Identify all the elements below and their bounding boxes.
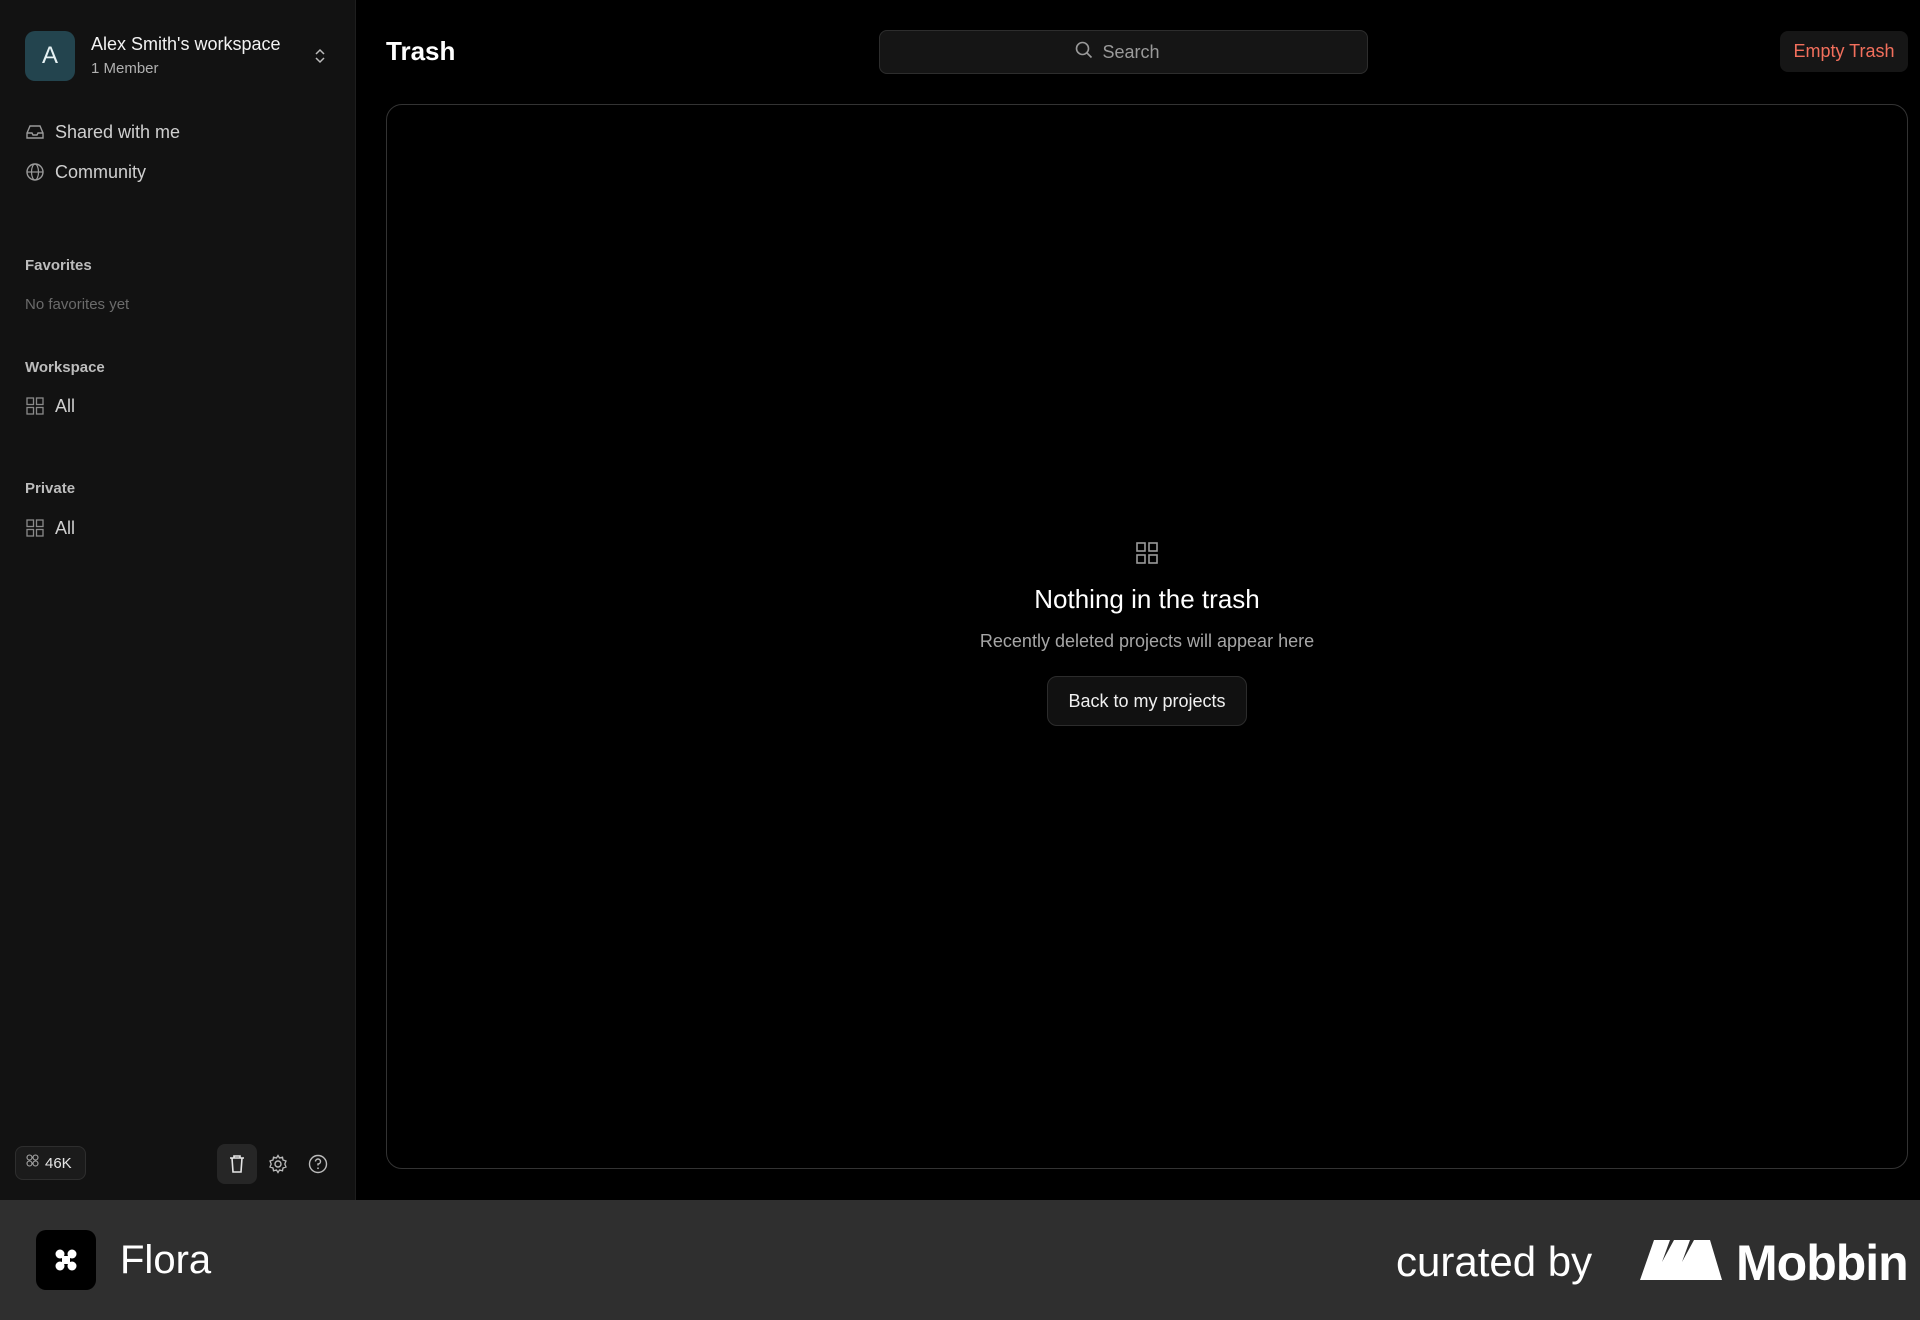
sidebar-item-shared-with-me[interactable]: Shared with me [25, 118, 180, 146]
workspace-heading: Workspace [25, 359, 105, 376]
workspace-name: Alex Smith's workspace [91, 34, 281, 54]
empty-state: Nothing in the trash Recently deleted pr… [387, 541, 1907, 726]
favorites-heading: Favorites [25, 257, 92, 274]
workspace-switcher[interactable]: A Alex Smith's workspace 1 Member [25, 30, 330, 82]
private-heading: Private [25, 480, 76, 497]
search-bar[interactable] [879, 30, 1368, 74]
flora-logo-icon [36, 1230, 96, 1290]
attribution-footer: Flora curated by Mobbin [0, 1200, 1920, 1320]
grid-icon [1135, 541, 1159, 570]
sidebar-item-label: All [55, 395, 76, 416]
page-title: Trash [386, 36, 456, 66]
brand-name: Flora [120, 1238, 212, 1282]
workspace-members: 1 Member [91, 60, 159, 77]
search-icon [1075, 41, 1093, 64]
credits-badge[interactable]: 46K [15, 1146, 86, 1180]
main-content: Trash Empty Trash Nothing in the trash R… [356, 0, 1920, 1200]
trash-panel: Nothing in the trash Recently deleted pr… [386, 104, 1908, 1169]
search-input[interactable] [1102, 41, 1173, 63]
sidebar-item-private-all[interactable]: All [25, 514, 75, 542]
favorites-empty-text: No favorites yet [25, 296, 130, 313]
globe-icon [25, 162, 45, 182]
app-window: A Alex Smith's workspace 1 Member Shared… [0, 0, 1920, 1200]
mobbin-wordmark: Mobbin [1736, 1235, 1909, 1291]
grid-icon [25, 396, 45, 416]
sidebar-item-label: All [55, 517, 76, 538]
sidebar-footer: 46K [15, 1144, 341, 1184]
empty-trash-button[interactable]: Empty Trash [1780, 31, 1908, 72]
empty-state-title: Nothing in the trash [1034, 584, 1260, 614]
mobbin-logo: Mobbin [1626, 1234, 1909, 1292]
sidebar-item-community[interactable]: Community [25, 158, 146, 186]
sidebar: A Alex Smith's workspace 1 Member Shared… [0, 0, 356, 1200]
gear-icon[interactable] [258, 1144, 298, 1184]
trash-icon[interactable] [217, 1144, 257, 1184]
sidebar-item-workspace-all[interactable]: All [25, 392, 75, 420]
inbox-icon [25, 122, 45, 142]
credits-value: 46K [45, 1154, 72, 1172]
mobbin-logo-icon [1640, 1234, 1722, 1292]
empty-state-subtitle: Recently deleted projects will appear he… [979, 631, 1315, 651]
help-icon[interactable] [298, 1144, 338, 1184]
curated-by-text: curated by [1396, 1238, 1593, 1285]
sidebar-item-label: Community [55, 161, 147, 182]
chevron-up-down-icon[interactable] [310, 44, 330, 68]
grid-icon [25, 518, 45, 538]
workspace-avatar: A [25, 31, 75, 81]
sidebar-item-label: Shared with me [55, 121, 181, 142]
credits-icon [26, 1154, 39, 1172]
back-to-projects-button[interactable]: Back to my projects [1047, 676, 1247, 726]
